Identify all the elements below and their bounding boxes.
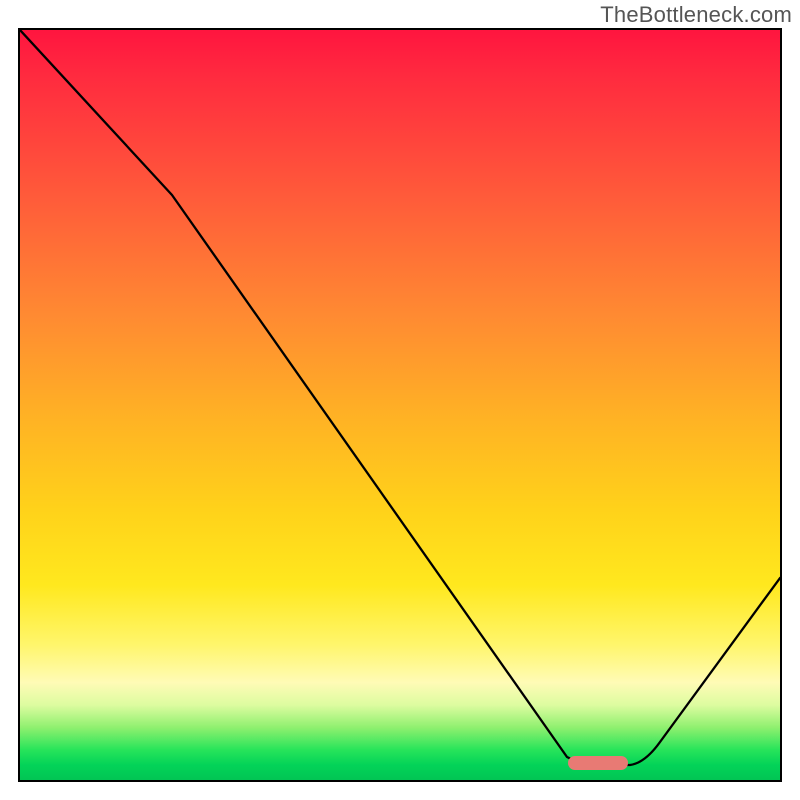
chart-overlay [20, 30, 780, 780]
bottleneck-curve [20, 30, 780, 765]
optimal-range-marker [568, 756, 628, 770]
watermark-text: TheBottleneck.com [600, 2, 792, 28]
plot-area [18, 28, 782, 782]
chart-frame: TheBottleneck.com [0, 0, 800, 800]
